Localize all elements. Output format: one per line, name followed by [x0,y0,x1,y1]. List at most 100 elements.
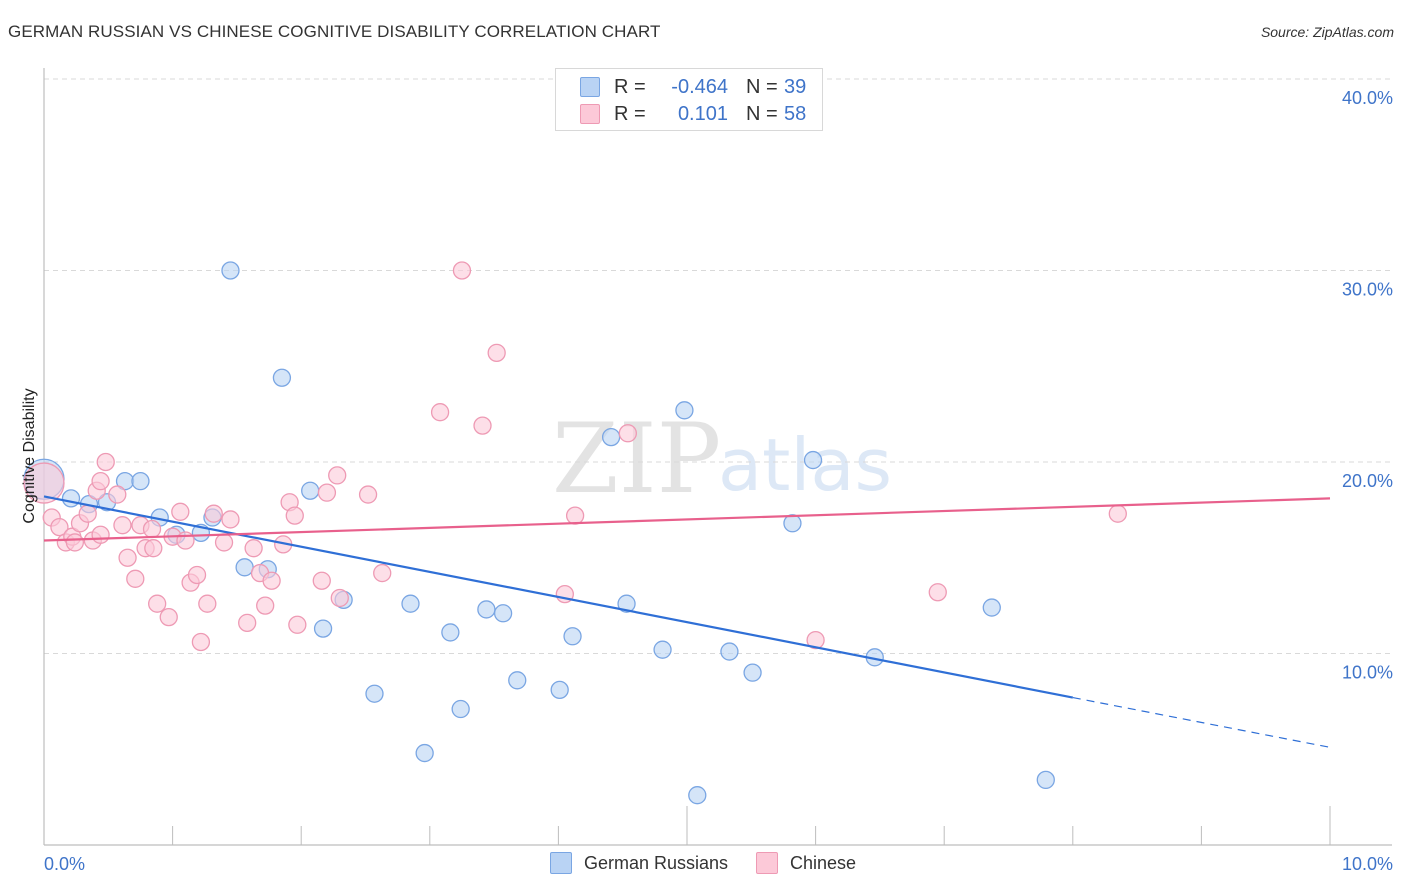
legend-swatch-german-russians [549,852,572,874]
data-point [214,533,234,552]
legend-swatch-chinese [756,852,778,874]
scatter-plot: ZIP atlas 10.0%20.0%30.0%40.0%0.0% 10.0% … [21,68,1393,874]
data-point [328,466,347,485]
data-point [91,525,110,544]
data-point [118,548,137,567]
data-point [78,504,97,523]
data-point [65,533,85,552]
data-point [221,261,240,280]
data-point [452,261,472,280]
data-point [365,684,384,703]
data-point [144,539,163,558]
r-value: -0.464 [671,75,728,98]
data-point [108,485,127,504]
data-point [473,416,492,435]
data-point [176,531,195,550]
legend-swatch-german-russians [580,77,600,97]
data-point [131,471,150,491]
r-value: 0.101 [677,102,728,125]
data-point [187,565,207,585]
data-point [96,452,115,472]
data-point [653,640,672,659]
data-point [317,483,337,502]
data-point [313,619,333,638]
data-point [493,604,513,623]
data-point [508,671,527,690]
data-point [142,519,162,539]
data-point [720,642,739,661]
watermark-zip: ZIP [552,403,721,515]
n-label: N = [746,102,778,125]
data-point [803,450,823,470]
data-point [113,516,132,535]
correlation-legend: R = -0.464 N = 39 R = 0.101 N = 58 [555,68,823,131]
y-tick-label: 40.0% [1342,88,1393,108]
legend-item-chinese[interactable]: Chinese [756,852,856,874]
series-legend: German Russians Chinese [0,852,1406,874]
y-axis-label: Cognitive Disability [21,388,38,523]
legend-label-chinese: Chinese [790,852,857,873]
data-point [204,504,223,523]
legend-swatch-chinese [580,104,600,124]
y-tick-label: 10.0% [1342,663,1393,683]
legend-row-chinese: R = 0.101 N = 58 [580,101,806,127]
data-point [288,615,307,634]
r-label: R = [614,102,646,125]
data-point [301,481,320,500]
data-point [430,403,450,422]
trend-line-german-russians [43,495,1074,699]
y-tick-label: 30.0% [1342,280,1393,300]
data-point [675,401,694,420]
n-value: 39 [784,75,807,98]
watermark-atlas: atlas [718,423,892,507]
data-point [244,539,263,558]
data-point [441,623,460,642]
data-point [688,786,707,805]
n-value: 58 [784,102,807,125]
data-point [1108,504,1127,523]
legend-label-german-russians: German Russians [583,852,728,873]
legend-row-german-russians: R = -0.464 N = 39 [580,74,806,100]
data-point [743,663,762,682]
data-point [171,502,190,521]
data-point [256,596,275,615]
data-point [61,489,81,508]
data-point [618,424,637,443]
trend-lines [43,495,1331,748]
watermark: ZIP atlas [552,403,892,515]
data-point [565,506,585,525]
data-point [235,558,254,577]
r-label: R = [614,75,646,98]
data-point [358,485,378,504]
data-point [330,588,349,608]
data-point [783,514,802,533]
data-point [126,569,145,588]
data-point [451,699,470,719]
data-point [487,343,506,362]
data-points [23,261,1127,805]
data-point [191,632,211,652]
data-point [238,613,257,633]
data-point [148,594,167,613]
data-point [373,563,392,583]
data-point [601,427,621,447]
data-point [415,743,434,763]
data-point [159,607,178,627]
data-point [285,506,304,525]
data-point [272,368,292,387]
y-tick-label: 20.0% [1342,471,1393,491]
legend-item-german-russians[interactable]: German Russians [549,852,728,874]
data-point [1036,770,1055,790]
data-point [312,571,331,590]
data-point [477,600,496,619]
data-point [550,680,569,700]
trend-line-german-russians-extrapolated [1072,696,1331,748]
data-point [401,594,420,613]
data-point [928,583,947,602]
data-point [221,510,240,529]
data-point [982,598,1001,617]
data-point [91,471,110,491]
data-point [198,594,217,613]
data-point [262,571,281,590]
data-point [563,627,582,646]
